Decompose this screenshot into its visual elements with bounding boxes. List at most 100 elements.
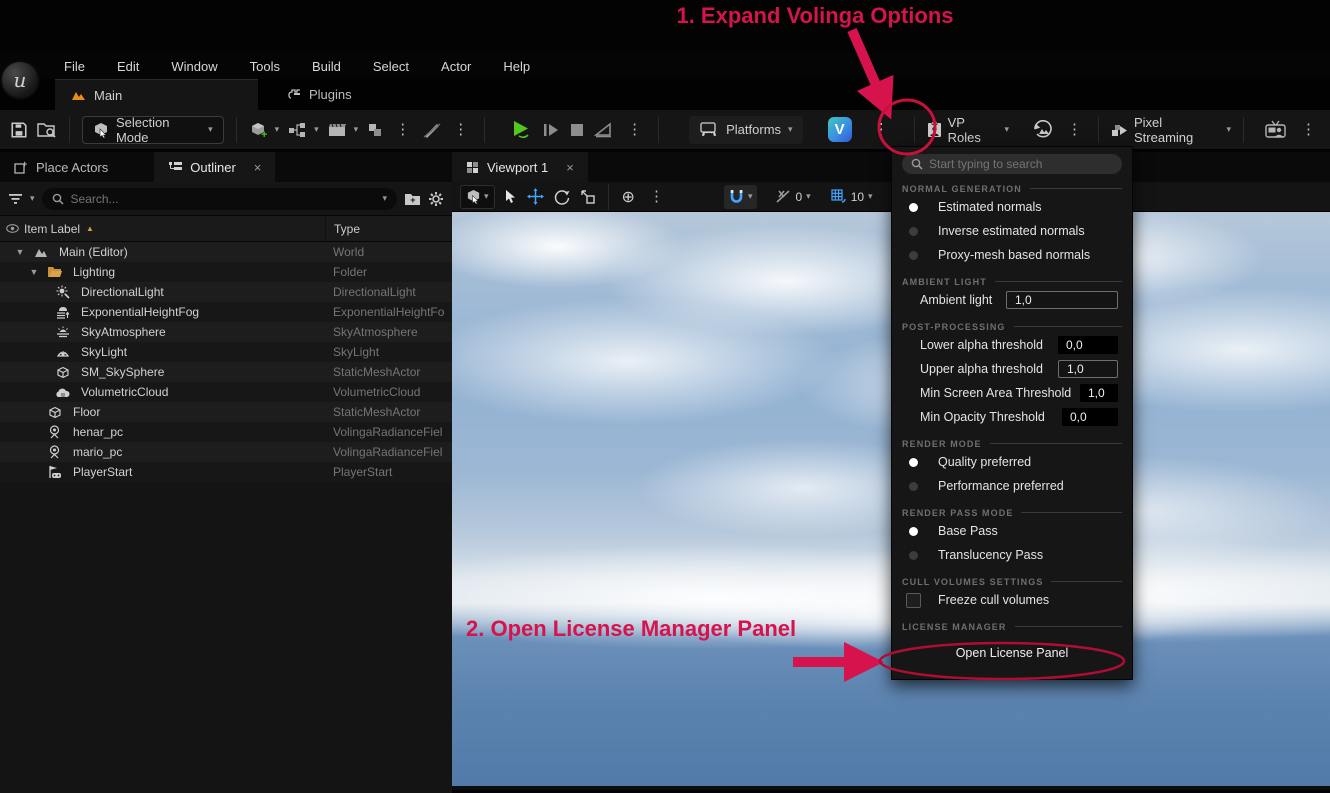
column-item-label[interactable]: Item Label ▲ — [24, 222, 325, 236]
broadcast-kebab-icon[interactable]: ⋮ — [1297, 122, 1320, 137]
volinga-options-kebab-icon[interactable]: ⋮ — [861, 121, 902, 138]
menu-file[interactable]: File — [52, 56, 97, 77]
outliner-row-floor[interactable]: Floor StaticMeshActor — [0, 402, 452, 422]
editor-modes-button[interactable]: ⋮ — [367, 122, 414, 138]
checkbox-icon[interactable] — [906, 593, 921, 608]
select-tool-icon[interactable] — [505, 189, 517, 204]
platforms-dropdown[interactable]: Platforms ▾ — [689, 116, 802, 144]
outliner-row-directionallight[interactable]: DirectionalLight DirectionalLight — [0, 282, 452, 302]
outliner-row-henar-pc[interactable]: henar_pc VolingaRadianceFiel — [0, 422, 452, 442]
menu-window[interactable]: Window — [159, 56, 229, 77]
tab-outliner[interactable]: Outliner × — [154, 152, 275, 182]
tab-place-actors[interactable]: + Place Actors — [0, 152, 122, 182]
tab-main-level[interactable]: Main — [55, 79, 258, 110]
ambient-light-input[interactable]: 1,0 — [1006, 291, 1118, 309]
badge-icon — [927, 121, 942, 138]
surface-snapping-button[interactable]: ▾ — [724, 185, 758, 209]
tab-viewport-1[interactable]: Viewport 1 × — [452, 152, 588, 182]
volinga-icon[interactable]: V — [828, 117, 852, 142]
outliner-row-main[interactable]: ▼ Main (Editor) World — [0, 242, 452, 262]
open-license-panel-button[interactable]: Open License Panel — [892, 638, 1132, 668]
refresh-radiance-icon[interactable] — [1032, 120, 1054, 140]
sky-light-icon — [54, 346, 71, 358]
browse-content-icon[interactable] — [37, 121, 57, 138]
close-icon[interactable]: × — [566, 160, 574, 175]
checkbox-freeze-cull-volumes[interactable]: Freeze cull volumes — [892, 588, 1132, 612]
broadcast-tv-icon[interactable] — [1264, 120, 1288, 139]
upper-alpha-input[interactable]: 1,0 — [1058, 360, 1118, 378]
outliner-row-mario-pc[interactable]: mario_pc VolingaRadianceFiel — [0, 442, 452, 462]
filter-icon[interactable] — [8, 193, 23, 205]
option-inverse-estimated-normals[interactable]: Inverse estimated normals — [892, 219, 1132, 243]
radio-selected-icon — [909, 203, 918, 212]
menu-search-input[interactable] — [929, 157, 1113, 171]
kebab-menu-icon[interactable]: ⋮ — [391, 122, 414, 137]
chevron-down-icon[interactable]: ▾ — [382, 193, 387, 204]
world-coordinates-icon[interactable]: ⊕ — [622, 187, 635, 207]
search-icon — [911, 158, 923, 170]
option-quality-preferred[interactable]: Quality preferred — [892, 450, 1132, 474]
selection-mode-dropdown[interactable]: Selection Mode ▾ — [82, 116, 224, 144]
close-icon[interactable]: × — [254, 160, 262, 175]
outliner-row-volumetriccloud[interactable]: VolumetricCloud VolumetricCloud — [0, 382, 452, 402]
search-icon — [52, 193, 64, 205]
radiance-kebab-icon[interactable]: ⋮ — [1063, 122, 1086, 137]
new-folder-icon[interactable]: + — [404, 192, 421, 206]
viewport-kebab-icon[interactable]: ⋮ — [645, 189, 668, 204]
chevron-down-icon: ▾ — [788, 124, 793, 135]
option-performance-preferred[interactable]: Performance preferred — [892, 474, 1132, 498]
min-opacity-input[interactable]: 0,0 — [1062, 408, 1118, 426]
blueprints-button[interactable]: ▾ — [288, 122, 319, 138]
add-actor-button[interactable]: + ▾ — [249, 121, 280, 139]
vp-roles-dropdown[interactable]: VP Roles ▾ — [927, 115, 1009, 145]
eject-button[interactable] — [594, 122, 614, 138]
outliner-row-skyatmosphere[interactable]: SkyAtmosphere SkyAtmosphere — [0, 322, 452, 342]
column-type[interactable]: Type — [325, 216, 452, 241]
lower-alpha-input[interactable]: 0,0 — [1058, 336, 1118, 354]
option-base-pass[interactable]: Base Pass — [892, 519, 1132, 543]
rotate-tool-icon[interactable] — [554, 189, 570, 205]
menu-build[interactable]: Build — [300, 56, 353, 77]
frame-skip-button[interactable] — [542, 122, 560, 138]
menu-tools[interactable]: Tools — [238, 56, 292, 77]
min-screen-area-input[interactable]: 1,0 — [1080, 384, 1118, 402]
kebab-menu-icon[interactable]: ⋮ — [449, 122, 472, 137]
play-button[interactable] — [511, 120, 533, 140]
radio-unselected-icon — [909, 251, 918, 260]
menu-actor[interactable]: Actor — [429, 56, 483, 77]
pixel-streaming-dropdown[interactable]: Pixel Streaming ▾ — [1111, 115, 1231, 145]
grid-snap-value: 10 — [851, 190, 864, 204]
option-estimated-normals[interactable]: Estimated normals — [892, 195, 1132, 219]
outliner-row-heightfog[interactable]: ExponentialHeightFog ExponentialHeightFo — [0, 302, 452, 322]
stop-button[interactable] — [569, 122, 585, 138]
world-icon — [32, 247, 49, 258]
paint-mode-button[interactable]: ⋮ — [423, 122, 472, 138]
gear-icon[interactable] — [428, 191, 444, 207]
scale-tool-icon[interactable] — [580, 189, 595, 204]
menu-search-box[interactable] — [902, 154, 1122, 174]
play-options-kebab-icon[interactable]: ⋮ — [623, 122, 646, 137]
menu-edit[interactable]: Edit — [105, 56, 151, 77]
cinematics-button[interactable]: ▾ — [328, 122, 359, 138]
menu-select[interactable]: Select — [361, 56, 421, 77]
move-tool-icon[interactable] — [527, 188, 544, 205]
tab-plugins[interactable]: Plugins — [272, 79, 368, 110]
transform-gizmo-dropdown[interactable]: ▾ — [460, 185, 495, 209]
menu-help[interactable]: Help — [491, 56, 542, 77]
outliner-row-playerstart[interactable]: PlayerStart PlayerStart — [0, 462, 452, 482]
expand-arrow-icon[interactable]: ▼ — [14, 247, 26, 257]
location-snap-control[interactable]: 0 ▾ — [775, 189, 810, 204]
tab-outliner-label: Outliner — [190, 160, 236, 175]
chevron-down-icon[interactable]: ▾ — [30, 193, 35, 204]
search-input[interactable] — [71, 192, 376, 206]
option-proxy-mesh-normals[interactable]: Proxy-mesh based normals — [892, 243, 1132, 267]
outliner-row-lighting[interactable]: ▼ Lighting Folder — [0, 262, 452, 282]
outliner-row-skysphere[interactable]: SM_SkySphere StaticMeshActor — [0, 362, 452, 382]
grid-snap-control[interactable]: 10 ▾ — [831, 189, 873, 204]
eye-icon[interactable] — [0, 224, 24, 233]
option-translucency-pass[interactable]: Translucency Pass — [892, 543, 1132, 567]
expand-arrow-icon[interactable]: ▼ — [28, 267, 40, 277]
save-icon[interactable] — [10, 121, 28, 139]
outliner-row-skylight[interactable]: SkyLight SkyLight — [0, 342, 452, 362]
outliner-search-box[interactable]: ▾ — [42, 188, 397, 210]
